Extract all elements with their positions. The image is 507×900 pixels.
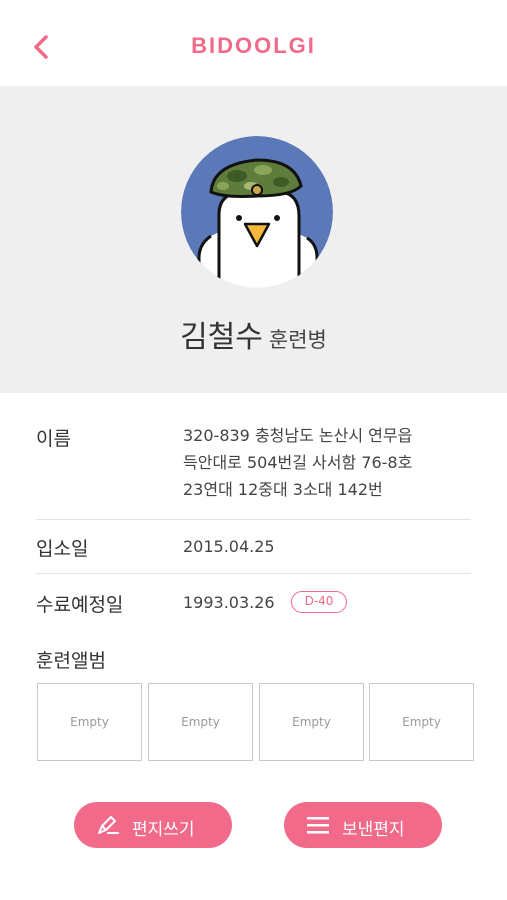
enlist-date: 2015.04.25	[183, 537, 275, 556]
address-line: 23연대 12중대 3소대 142번	[183, 480, 383, 499]
pencil-icon	[96, 814, 120, 841]
album-slot[interactable]: Empty	[37, 683, 142, 761]
album-slot[interactable]: Empty	[369, 683, 474, 761]
app-title: BIDOOLGI	[191, 33, 316, 58]
dday-badge: D-40	[291, 591, 347, 613]
album-title: 훈련앨범	[36, 650, 106, 672]
divider	[36, 519, 471, 520]
write-letter-label: 편지쓰기	[132, 820, 195, 840]
album-slot[interactable]: Empty	[259, 683, 364, 761]
pigeon-soldier-avatar	[181, 136, 333, 288]
album-slot[interactable]: Empty	[148, 683, 253, 761]
person-name: 김철수	[180, 320, 263, 355]
person-rank: 훈련병	[268, 328, 327, 352]
graduation-date: 1993.03.26	[183, 593, 275, 612]
app-header: BIDOOLGI	[0, 0, 507, 86]
address-line: 득안대로 504번길 사서함 76-8호	[183, 453, 413, 472]
address-line: 320-839 충청남도 논산시 연무읍	[183, 426, 413, 445]
divider	[36, 573, 471, 574]
profile-name-line: 김철수 훈련병	[0, 312, 507, 356]
avatar	[181, 136, 333, 288]
training-album: Empty Empty Empty Empty	[37, 683, 474, 761]
list-icon	[306, 814, 330, 841]
address-value: 320-839 충청남도 논산시 연무읍 득안대로 504번길 사서함 76-8…	[183, 422, 412, 503]
sent-letters-button[interactable]: 보낸편지	[284, 802, 442, 848]
profile-section: 김철수 훈련병	[0, 86, 507, 393]
sent-letters-label: 보낸편지	[342, 820, 405, 840]
address-label: 이름	[36, 428, 71, 450]
write-letter-button[interactable]: 편지쓰기	[74, 802, 232, 848]
enlist-label: 입소일	[36, 538, 89, 560]
graduation-label: 수료예정일	[36, 594, 124, 616]
